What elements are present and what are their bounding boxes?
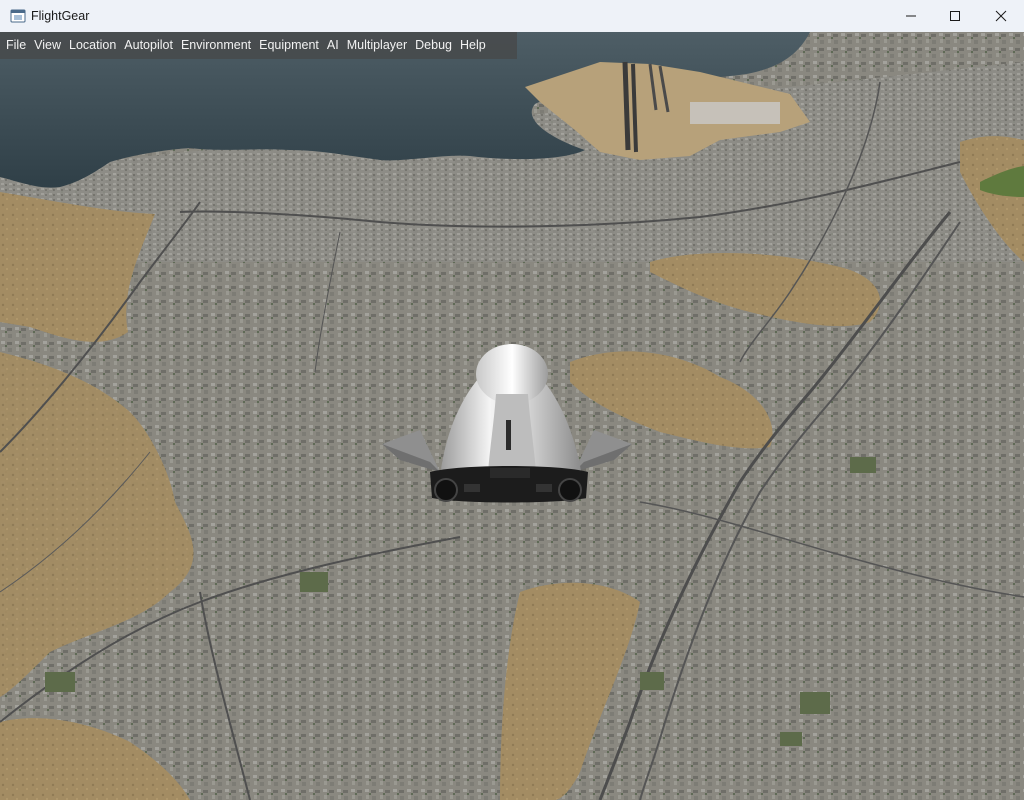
park	[640, 672, 664, 690]
park	[780, 732, 802, 746]
terminal	[690, 102, 780, 124]
maximize-button[interactable]	[932, 0, 978, 32]
runway	[622, 61, 631, 151]
terrain-scene	[0, 32, 1024, 800]
aircraft-engine-right	[558, 478, 582, 502]
menu-help[interactable]: Help	[456, 32, 490, 59]
menu-file[interactable]: File	[2, 32, 30, 59]
maximize-icon	[950, 11, 960, 21]
title-bar[interactable]: FlightGear	[0, 0, 1024, 32]
menu-equipment[interactable]: Equipment	[255, 32, 323, 59]
menu-autopilot[interactable]: Autopilot	[120, 32, 177, 59]
menu-location[interactable]: Location	[65, 32, 120, 59]
menu-debug[interactable]: Debug	[411, 32, 456, 59]
menu-multiplayer[interactable]: Multiplayer	[343, 32, 411, 59]
minimize-icon	[906, 15, 916, 17]
menu-ai[interactable]: AI	[323, 32, 343, 59]
park	[850, 457, 876, 473]
park	[300, 572, 328, 592]
menu-view[interactable]: View	[30, 32, 65, 59]
app-icon	[10, 9, 26, 23]
minimize-button[interactable]	[888, 0, 934, 32]
aircraft-engine-left	[434, 478, 458, 502]
menu-bar: File View Location Autopilot Environment…	[0, 32, 517, 59]
menu-environment[interactable]: Environment	[177, 32, 255, 59]
close-icon	[995, 10, 1007, 22]
window-title: FlightGear	[31, 9, 90, 23]
close-button[interactable]	[978, 0, 1024, 32]
park	[45, 672, 75, 692]
flight-viewport[interactable]	[0, 32, 1024, 800]
park	[800, 692, 830, 714]
flightgear-window: FlightGear File View Location Autopilot …	[0, 0, 1024, 800]
